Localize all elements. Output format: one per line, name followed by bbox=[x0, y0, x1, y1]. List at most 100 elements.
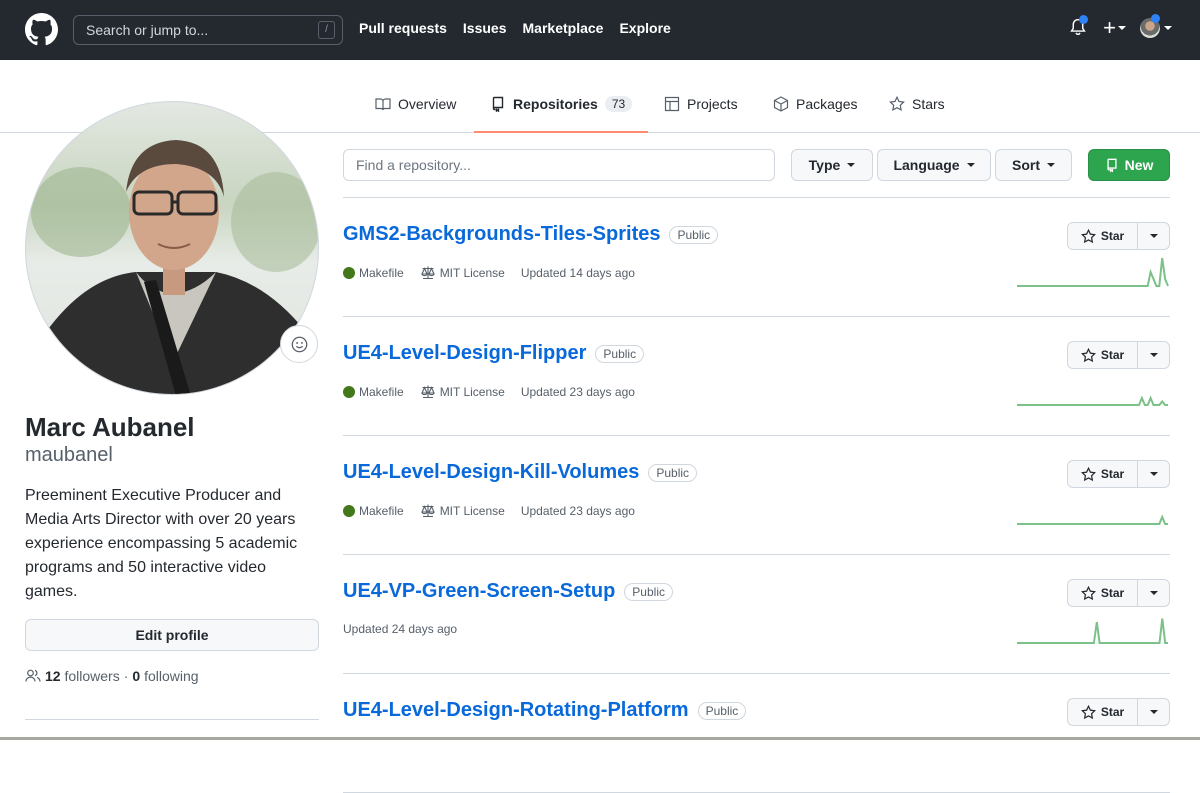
star-icon bbox=[1080, 704, 1096, 719]
repo-language: Makefile bbox=[343, 385, 404, 399]
user-menu-dropdown[interactable] bbox=[1140, 14, 1172, 38]
language-filter-button[interactable]: Language bbox=[877, 149, 991, 181]
sort-filter-label: Sort bbox=[1012, 157, 1040, 173]
tab-packages[interactable]: Packages bbox=[757, 88, 873, 132]
find-repository-input[interactable]: Find a repository... bbox=[343, 149, 775, 181]
followers-label: followers bbox=[64, 668, 120, 684]
edit-profile-button[interactable]: Edit profile bbox=[25, 619, 319, 651]
following-link[interactable]: 0 following bbox=[132, 668, 198, 684]
repo-name-link[interactable]: UE4-Level-Design-Kill-Volumes bbox=[343, 461, 639, 484]
law-scale-icon bbox=[420, 504, 435, 518]
chevron-down-icon bbox=[1164, 26, 1172, 30]
nav-marketplace[interactable]: Marketplace bbox=[523, 20, 604, 36]
star-button[interactable]: Star bbox=[1068, 699, 1138, 725]
smiley-icon bbox=[291, 336, 307, 352]
star-icon bbox=[1080, 228, 1096, 243]
followers-link[interactable]: 12 followers bbox=[45, 668, 120, 684]
star-list-dropdown[interactable] bbox=[1138, 342, 1169, 368]
language-color-dot bbox=[343, 505, 355, 517]
law-scale-icon bbox=[420, 385, 435, 399]
star-icon bbox=[1080, 585, 1096, 600]
repo-list-item: UE4-Level-Design-Rotating-Platform Public… bbox=[343, 674, 1170, 793]
repo-list-item: GMS2-Backgrounds-Tiles-Sprites Public Make… bbox=[343, 198, 1170, 317]
repo-name-link[interactable]: UE4-VP-Green-Screen-Setup bbox=[343, 580, 615, 603]
tab-stars[interactable]: Stars bbox=[873, 88, 961, 132]
nav-issues[interactable]: Issues bbox=[463, 20, 507, 36]
chevron-down-icon bbox=[1149, 472, 1158, 476]
create-new-dropdown[interactable]: + bbox=[1103, 17, 1126, 39]
repo-license: MIT License bbox=[420, 384, 505, 400]
star-label: Star bbox=[1100, 705, 1125, 719]
language-label: Makefile bbox=[359, 266, 404, 280]
global-search-input[interactable]: Search or jump to... / bbox=[73, 15, 343, 45]
github-logo-icon[interactable] bbox=[25, 13, 58, 46]
chevron-down-icon bbox=[1047, 163, 1055, 167]
tab-repositories[interactable]: Repositories 73 bbox=[474, 88, 649, 133]
repo-title-row: UE4-Level-Design-Rotating-Platform Public bbox=[343, 699, 747, 722]
star-list-dropdown[interactable] bbox=[1138, 461, 1169, 487]
star-label: Star bbox=[1100, 348, 1125, 362]
repo-icon bbox=[1106, 158, 1117, 173]
sort-filter-button[interactable]: Sort bbox=[995, 149, 1072, 181]
search-placeholder: Search or jump to... bbox=[86, 22, 209, 38]
repo-updated: Updated 24 days ago bbox=[343, 622, 458, 636]
following-count: 0 bbox=[132, 668, 141, 684]
chevron-down-icon bbox=[847, 163, 856, 167]
profile-avatar[interactable] bbox=[25, 101, 319, 395]
repo-updated: Updated 23 days ago bbox=[520, 385, 635, 399]
visibility-badge: Public bbox=[669, 225, 719, 244]
tab-projects[interactable]: Projects bbox=[648, 88, 754, 132]
repo-language: Makefile bbox=[343, 504, 404, 518]
star-list-dropdown[interactable] bbox=[1138, 223, 1169, 249]
star-button-group: Star bbox=[1067, 698, 1170, 726]
visibility-badge: Public bbox=[595, 344, 645, 363]
notifications-button[interactable] bbox=[1069, 15, 1089, 39]
tab-label: Packages bbox=[796, 96, 858, 112]
profile-photo bbox=[26, 140, 318, 394]
repo-title-row: UE4-Level-Design-Kill-Volumes Public bbox=[343, 461, 698, 484]
star-button[interactable]: Star bbox=[1068, 342, 1138, 368]
type-filter-button[interactable]: Type bbox=[791, 149, 873, 181]
star-button[interactable]: Star bbox=[1068, 461, 1138, 487]
user-avatar bbox=[1140, 14, 1160, 38]
sidebar-divider bbox=[25, 719, 319, 720]
repo-title-row: GMS2-Backgrounds-Tiles-Sprites Public bbox=[343, 223, 719, 246]
language-color-dot bbox=[343, 386, 355, 398]
star-button[interactable]: Star bbox=[1068, 580, 1138, 606]
nav-explore[interactable]: Explore bbox=[619, 20, 670, 36]
repo-name-link[interactable]: UE4-Level-Design-Flipper bbox=[343, 342, 586, 365]
repo-name-link[interactable]: UE4-Level-Design-Rotating-Platform bbox=[343, 699, 689, 722]
star-list-dropdown[interactable] bbox=[1138, 580, 1169, 606]
repo-meta: Makefile MIT License Updated 23 days ago bbox=[343, 384, 635, 400]
repo-name-link[interactable]: GMS2-Backgrounds-Tiles-Sprites bbox=[343, 223, 660, 246]
profile-username: maubanel bbox=[25, 444, 113, 466]
license-label: MIT License bbox=[439, 385, 505, 399]
repo-meta: Makefile MIT License Updated 14 days ago bbox=[343, 265, 635, 281]
set-status-button[interactable] bbox=[280, 325, 318, 363]
package-icon bbox=[773, 96, 789, 112]
tab-label: Overview bbox=[398, 96, 457, 112]
plus-icon: + bbox=[1103, 15, 1116, 40]
nav-pull-requests[interactable]: Pull requests bbox=[359, 20, 447, 36]
book-icon bbox=[375, 98, 391, 111]
status-dot bbox=[1151, 14, 1160, 23]
tab-overview[interactable]: Overview bbox=[359, 88, 472, 132]
law-scale-icon bbox=[420, 266, 435, 280]
repo-updated: Updated 23 days ago bbox=[520, 504, 635, 518]
star-button[interactable]: Star bbox=[1068, 223, 1138, 249]
license-label: MIT License bbox=[439, 504, 505, 518]
star-button-group: Star bbox=[1067, 579, 1170, 607]
star-list-dropdown[interactable] bbox=[1138, 699, 1169, 725]
primary-nav: Pull requests Issues Marketplace Explore bbox=[359, 20, 671, 36]
language-filter-label: Language bbox=[893, 157, 960, 173]
chevron-down-icon bbox=[1149, 234, 1158, 238]
sparkline-path bbox=[1017, 257, 1169, 287]
profile-fullname: Marc Aubanel bbox=[25, 412, 195, 442]
repo-title-row: UE4-Level-Design-Flipper Public bbox=[343, 342, 645, 365]
new-repository-button[interactable]: New bbox=[1088, 149, 1170, 181]
sparkline-path bbox=[1017, 618, 1168, 644]
repo-list-item: UE4-Level-Design-Kill-Volumes Public Makef… bbox=[343, 436, 1170, 555]
repo-meta: Updated 24 days ago bbox=[343, 622, 457, 636]
repo-license: MIT License bbox=[420, 265, 505, 281]
slash-shortcut-hint: / bbox=[318, 21, 335, 39]
